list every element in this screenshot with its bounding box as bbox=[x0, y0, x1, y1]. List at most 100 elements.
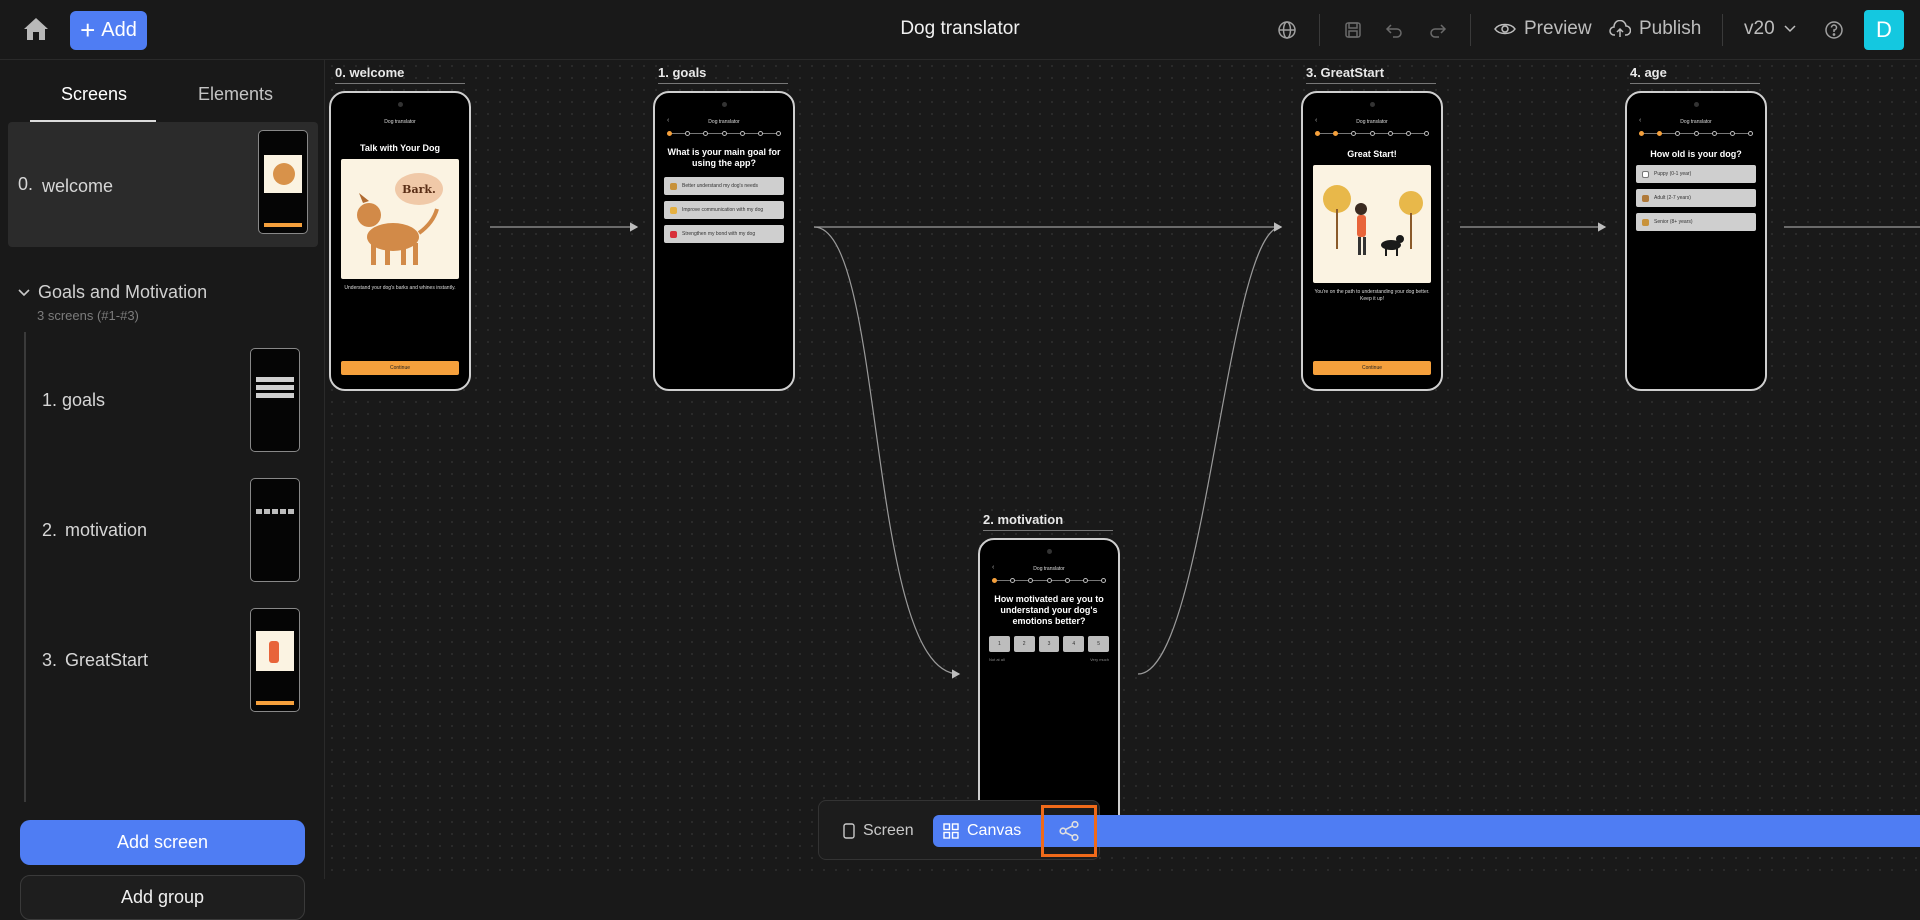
group-count: 3 screens (#1-#3) bbox=[37, 308, 139, 323]
scale-high-label: Very much bbox=[1090, 657, 1109, 662]
phone-icon bbox=[843, 823, 855, 839]
group-header[interactable]: Goals and Motivation bbox=[18, 282, 207, 303]
top-bar: + Add Dog translator Preview Publish v20… bbox=[0, 0, 1920, 60]
progress-steps bbox=[667, 131, 782, 137]
speech-icon bbox=[670, 206, 677, 214]
screen-view-button[interactable]: Screen bbox=[833, 815, 924, 847]
goal-option: Improve communication with my dog bbox=[664, 201, 784, 219]
goal-option: Strengthen my bond with my dog bbox=[664, 225, 784, 243]
sidebar-item-welcome[interactable]: 0. welcome bbox=[8, 122, 318, 247]
phone-frame-motivation[interactable]: ‹ Dog translator How motivated are you t… bbox=[978, 538, 1120, 838]
age-option: Puppy (0-1 year) bbox=[1636, 165, 1756, 183]
phone-app-title: Dog translator bbox=[1680, 119, 1712, 125]
phone-continue-button: Continue bbox=[341, 361, 459, 375]
frame-label-goals[interactable]: 1. goals bbox=[658, 65, 788, 84]
phone-frame-greatstart[interactable]: ‹ Dog translator Great Start! You're on … bbox=[1301, 91, 1443, 391]
senior-dog-icon bbox=[1642, 218, 1649, 226]
cloud-upload-icon bbox=[1609, 20, 1631, 37]
sidebar-item-label: welcome bbox=[42, 176, 114, 196]
phone-frame-welcome[interactable]: Dog translator Talk with Your Dog Bark. … bbox=[329, 91, 471, 391]
phone-frame-goals[interactable]: ‹ Dog translator What is your main goal … bbox=[653, 91, 795, 391]
frame-label-welcome[interactable]: 0. welcome bbox=[335, 65, 465, 84]
age-option: Adult (2-7 years) bbox=[1636, 189, 1756, 207]
publish-label: Publish bbox=[1639, 18, 1702, 39]
connector-goals-motivation bbox=[813, 226, 961, 679]
screen-view-label: Screen bbox=[863, 822, 914, 839]
progress-steps bbox=[992, 578, 1107, 584]
dog-illustration: Bark. bbox=[341, 159, 459, 279]
share-icon bbox=[1059, 820, 1079, 842]
phone-notch bbox=[1370, 102, 1375, 107]
frame-label-greatstart[interactable]: 3. GreatStart bbox=[1306, 65, 1436, 84]
preview-label: Preview bbox=[1524, 18, 1592, 39]
sidebar: Screens Elements 0. welcome Goals and Mo… bbox=[0, 60, 325, 920]
phone-continue-button: Continue bbox=[1313, 361, 1431, 375]
phone-app-title: Dog translator bbox=[1356, 119, 1388, 125]
heart-icon bbox=[670, 230, 677, 238]
grid-icon bbox=[943, 823, 959, 839]
connector-motivation-greatstart bbox=[1137, 222, 1283, 675]
sidebar-item-greatstart[interactable]: 3. GreatStart bbox=[30, 602, 310, 712]
phone-title: How motivated are you to understand your… bbox=[994, 594, 1104, 626]
progress-steps bbox=[1639, 131, 1754, 137]
phone-title: Great Start! bbox=[1347, 149, 1397, 159]
scale-low-label: Not at all bbox=[989, 657, 1005, 662]
phone-text: Understand your dog's barks and whines i… bbox=[344, 285, 456, 291]
publish-button[interactable]: Publish bbox=[1609, 18, 1701, 40]
avatar[interactable]: D bbox=[1864, 10, 1904, 50]
home-icon[interactable] bbox=[22, 16, 52, 44]
rating-1: 1 bbox=[989, 636, 1010, 652]
flow-canvas[interactable]: 0. welcome Dog translator Talk with Your… bbox=[326, 60, 1920, 879]
sidebar-item-motivation[interactable]: 2. motivation bbox=[30, 472, 310, 582]
version-dropdown[interactable]: v20 bbox=[1744, 18, 1797, 40]
chevron-down-icon bbox=[18, 288, 30, 296]
globe-icon[interactable] bbox=[1275, 18, 1299, 42]
dog-icon bbox=[670, 182, 677, 190]
share-button[interactable] bbox=[1041, 805, 1097, 857]
progress-steps bbox=[1315, 131, 1430, 137]
toolbar-divider bbox=[1470, 14, 1471, 46]
add-screen-button[interactable]: Add screen bbox=[20, 820, 305, 865]
frame-label-age[interactable]: 4. age bbox=[1630, 65, 1760, 84]
phone-frame-age[interactable]: ‹ Dog translator How old is your dog? Pu… bbox=[1625, 91, 1767, 391]
sidebar-tabs: Screens Elements bbox=[0, 60, 325, 122]
phone-notch bbox=[722, 102, 727, 107]
goal-option: Better understand my dog's needs bbox=[664, 177, 784, 195]
add-button[interactable]: + Add bbox=[70, 11, 147, 50]
sidebar-item-label: motivation bbox=[65, 520, 148, 540]
view-toolbar: Screen Canvas bbox=[818, 800, 1920, 860]
redo-icon[interactable] bbox=[1426, 18, 1450, 42]
frame-label-motivation[interactable]: 2. motivation bbox=[983, 512, 1113, 531]
preview-button[interactable]: Preview bbox=[1494, 18, 1592, 40]
age-option: Senior (8+ years) bbox=[1636, 213, 1756, 231]
rating-scale: 1 2 3 4 5 bbox=[989, 636, 1109, 652]
phone-title: Talk with Your Dog bbox=[359, 143, 440, 153]
phone-notch bbox=[1047, 549, 1052, 554]
phone-notch bbox=[398, 102, 403, 107]
tab-elements[interactable]: Elements bbox=[198, 84, 273, 105]
help-icon[interactable] bbox=[1822, 18, 1846, 42]
group-label: Goals and Motivation bbox=[38, 282, 208, 302]
sidebar-item-label: goals bbox=[62, 390, 106, 410]
add-button-label: Add bbox=[101, 19, 137, 41]
rating-4: 4 bbox=[1063, 636, 1085, 652]
undo-icon[interactable] bbox=[1382, 18, 1406, 42]
sidebar-item-label: GreatStart bbox=[65, 650, 149, 670]
version-label: v20 bbox=[1744, 18, 1775, 39]
rating-2: 2 bbox=[1013, 636, 1035, 652]
tab-screens[interactable]: Screens bbox=[61, 84, 127, 105]
sidebar-item-goals[interactable]: 1. goals bbox=[30, 342, 310, 452]
walking-illustration bbox=[1313, 165, 1431, 283]
adult-dog-icon bbox=[1642, 194, 1649, 202]
phone-text: You're on the path to understanding your… bbox=[1314, 289, 1430, 302]
rating-3: 3 bbox=[1038, 636, 1060, 652]
screen-thumbnail bbox=[250, 608, 300, 712]
sidebar-item-number: 1. bbox=[42, 390, 58, 410]
save-icon[interactable] bbox=[1341, 18, 1365, 42]
bark-bubble-text: Bark. bbox=[402, 183, 436, 196]
phone-title: How old is your dog? bbox=[1650, 149, 1742, 159]
sidebar-item-number: 0. bbox=[18, 174, 34, 194]
add-group-button[interactable]: Add group bbox=[20, 875, 305, 920]
plus-icon: + bbox=[80, 14, 96, 45]
chevron-down-icon bbox=[1784, 25, 1796, 33]
